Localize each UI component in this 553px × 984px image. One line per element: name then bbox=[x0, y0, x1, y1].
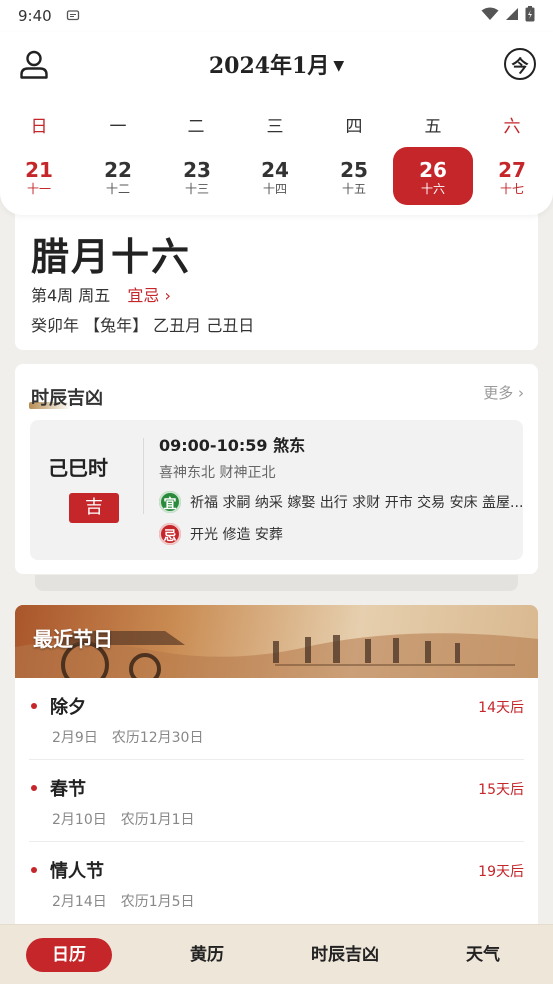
hour-time-range: 09:00-10:59 煞东 bbox=[159, 436, 306, 455]
weekday-label: 二 bbox=[187, 117, 205, 137]
festival-lunar-date: 农历12月30日 bbox=[111, 730, 204, 746]
bullet-dot-icon bbox=[31, 703, 37, 709]
festival-countdown: 15天后 bbox=[478, 782, 524, 798]
yiji-label: 宜忌 bbox=[127, 286, 160, 305]
festival-item[interactable]: 春节 2月10日 农历1月1日 15天后 bbox=[29, 760, 524, 842]
festival-date: 2月14日 bbox=[52, 894, 107, 910]
ganzhi-text: 癸卯年 【兔年】 乙丑月 己丑日 bbox=[31, 316, 255, 335]
card-stack-decoration bbox=[35, 575, 518, 591]
day-number: 23 bbox=[183, 158, 211, 182]
month-title: 2024年1月 bbox=[208, 53, 330, 79]
weekday-row: 日 一 二 三 四 五 六 bbox=[0, 112, 553, 137]
day-lunar: 十七 bbox=[499, 182, 524, 196]
day-cell[interactable]: 25 十五 bbox=[314, 147, 394, 205]
day-cell[interactable]: 27 十七 bbox=[472, 147, 552, 205]
bullet-dot-icon bbox=[31, 785, 37, 791]
festival-lunar-date: 农历1月5日 bbox=[120, 894, 195, 910]
festival-dates: 2月10日 农历1月1日 bbox=[52, 809, 195, 829]
day-lunar: 十五 bbox=[341, 182, 366, 196]
festivals-card: 最近节日 除夕 2月9日 农历12月30日 14天后 春节 2月10日 农历1月1日… bbox=[15, 605, 538, 930]
weekday-name: 周五 bbox=[78, 286, 111, 305]
ji-row: 忌 开光 修造 安葬 bbox=[159, 523, 283, 545]
festival-date: 2月10日 bbox=[52, 812, 107, 828]
hour-card-title: 时辰吉凶 bbox=[31, 388, 103, 409]
day-lunar: 十六 bbox=[420, 182, 445, 196]
yi-row: 宜 祈福 求嗣 纳采 嫁娶 出行 求财 开市 交易 安床 盖屋... bbox=[159, 491, 523, 513]
weekday-label: 日 bbox=[30, 117, 48, 137]
yi-items: 祈福 求嗣 纳采 嫁娶 出行 求财 开市 交易 安床 盖屋... bbox=[190, 495, 524, 511]
wifi-icon bbox=[481, 7, 499, 25]
day-lunar: 十四 bbox=[262, 182, 287, 196]
day-lunar: 十三 bbox=[184, 182, 209, 196]
notification-icon bbox=[66, 7, 80, 25]
divider bbox=[143, 438, 144, 514]
shichen-name: 己巳时 bbox=[48, 456, 108, 480]
week-strip: 21 十一 22 十二 23 十三 24 十四 25 十五 26 十六 27 十… bbox=[0, 147, 553, 207]
weekday-label: 四 bbox=[345, 117, 363, 137]
festival-item[interactable]: 除夕 2月9日 农历12月30日 14天后 bbox=[29, 678, 524, 760]
day-cell-selected[interactable]: 26 十六 bbox=[393, 147, 473, 205]
day-number: 27 bbox=[498, 158, 526, 182]
signal-icon bbox=[505, 7, 519, 25]
yiji-link[interactable]: 宜忌 › bbox=[127, 286, 171, 305]
festival-countdown: 14天后 bbox=[478, 700, 524, 716]
weekday-label: 一 bbox=[109, 117, 127, 137]
day-cell[interactable]: 21 十一 bbox=[0, 147, 79, 205]
nav-tab-calendar[interactable]: 日历 bbox=[26, 938, 112, 972]
status-time: 9:40 bbox=[18, 7, 52, 25]
more-link[interactable]: 更多 › bbox=[483, 382, 524, 403]
festival-list: 除夕 2月9日 农历12月30日 14天后 春节 2月10日 农历1月1日 15天后… bbox=[15, 678, 538, 924]
nav-tab-weather[interactable]: 天气 bbox=[440, 938, 526, 972]
ji-items: 开光 修造 安葬 bbox=[190, 527, 283, 543]
festival-date: 2月9日 bbox=[52, 730, 98, 746]
chevron-right-icon: › bbox=[164, 286, 171, 305]
week-info: 第4周 周五 宜忌 › bbox=[31, 282, 171, 306]
chevron-right-icon: › bbox=[518, 384, 524, 402]
day-cell[interactable]: 24 十四 bbox=[235, 147, 315, 205]
fortune-badge: 吉 bbox=[69, 493, 119, 523]
festival-countdown: 19天后 bbox=[478, 864, 524, 880]
status-bar: 9:40 bbox=[0, 0, 553, 32]
festival-name: 情人节 bbox=[50, 861, 104, 882]
festival-dates: 2月14日 农历1月5日 bbox=[52, 891, 195, 911]
today-button[interactable]: 今 bbox=[504, 48, 536, 80]
festival-name: 春节 bbox=[50, 779, 86, 800]
weekday-label: 六 bbox=[503, 117, 521, 137]
day-number: 25 bbox=[340, 158, 368, 182]
bullet-dot-icon bbox=[31, 867, 37, 873]
day-number: 21 bbox=[25, 158, 53, 182]
nav-tab-hour-fortune[interactable]: 时辰吉凶 bbox=[300, 938, 390, 972]
day-number: 22 bbox=[104, 158, 132, 182]
festival-lunar-date: 农历1月1日 bbox=[120, 812, 195, 828]
more-label: 更多 bbox=[483, 384, 514, 402]
festival-card-title: 最近节日 bbox=[33, 627, 113, 651]
week-number: 第4周 bbox=[31, 286, 74, 305]
ji-seal-icon: 忌 bbox=[159, 523, 181, 545]
festival-item[interactable]: 情人节 2月14日 农历1月5日 19天后 bbox=[29, 842, 524, 924]
weekday-label: 五 bbox=[424, 117, 442, 137]
day-cell[interactable]: 23 十三 bbox=[157, 147, 237, 205]
day-number: 24 bbox=[261, 158, 289, 182]
festival-dates: 2月9日 农历12月30日 bbox=[52, 727, 203, 747]
weekday-label: 三 bbox=[266, 117, 284, 137]
caret-down-icon: ▼ bbox=[333, 58, 345, 74]
battery-icon bbox=[525, 6, 535, 26]
lunar-date: 腊月十六 bbox=[31, 234, 192, 279]
bottom-nav: 日历 黄历 时辰吉凶 天气 bbox=[0, 924, 553, 984]
day-lunar: 十二 bbox=[105, 182, 130, 196]
hour-fortune-card: 时辰吉凶 更多 › 己巳时 吉 09:00-10:59 煞东 喜神东北 财神正北… bbox=[15, 364, 538, 574]
today-label: 今 bbox=[511, 56, 529, 77]
day-cell[interactable]: 22 十二 bbox=[78, 147, 158, 205]
day-number: 26 bbox=[419, 158, 447, 182]
calendar-header: 2024年1月 ▼ 今 日 一 二 三 四 五 六 21 十一 22 十二 23 … bbox=[0, 32, 553, 215]
festival-name: 除夕 bbox=[50, 697, 86, 718]
current-hour-panel[interactable]: 己巳时 吉 09:00-10:59 煞东 喜神东北 财神正北 宜 祈福 求嗣 纳… bbox=[30, 420, 523, 560]
nav-tab-almanac[interactable]: 黄历 bbox=[164, 938, 250, 972]
month-selector[interactable]: 2024年1月 ▼ bbox=[0, 48, 553, 80]
festival-banner-image: 最近节日 bbox=[15, 605, 538, 678]
day-lunar: 十一 bbox=[26, 182, 51, 196]
yi-seal-icon: 宜 bbox=[159, 491, 181, 513]
hour-gods: 喜神东北 财神正北 bbox=[159, 465, 276, 481]
